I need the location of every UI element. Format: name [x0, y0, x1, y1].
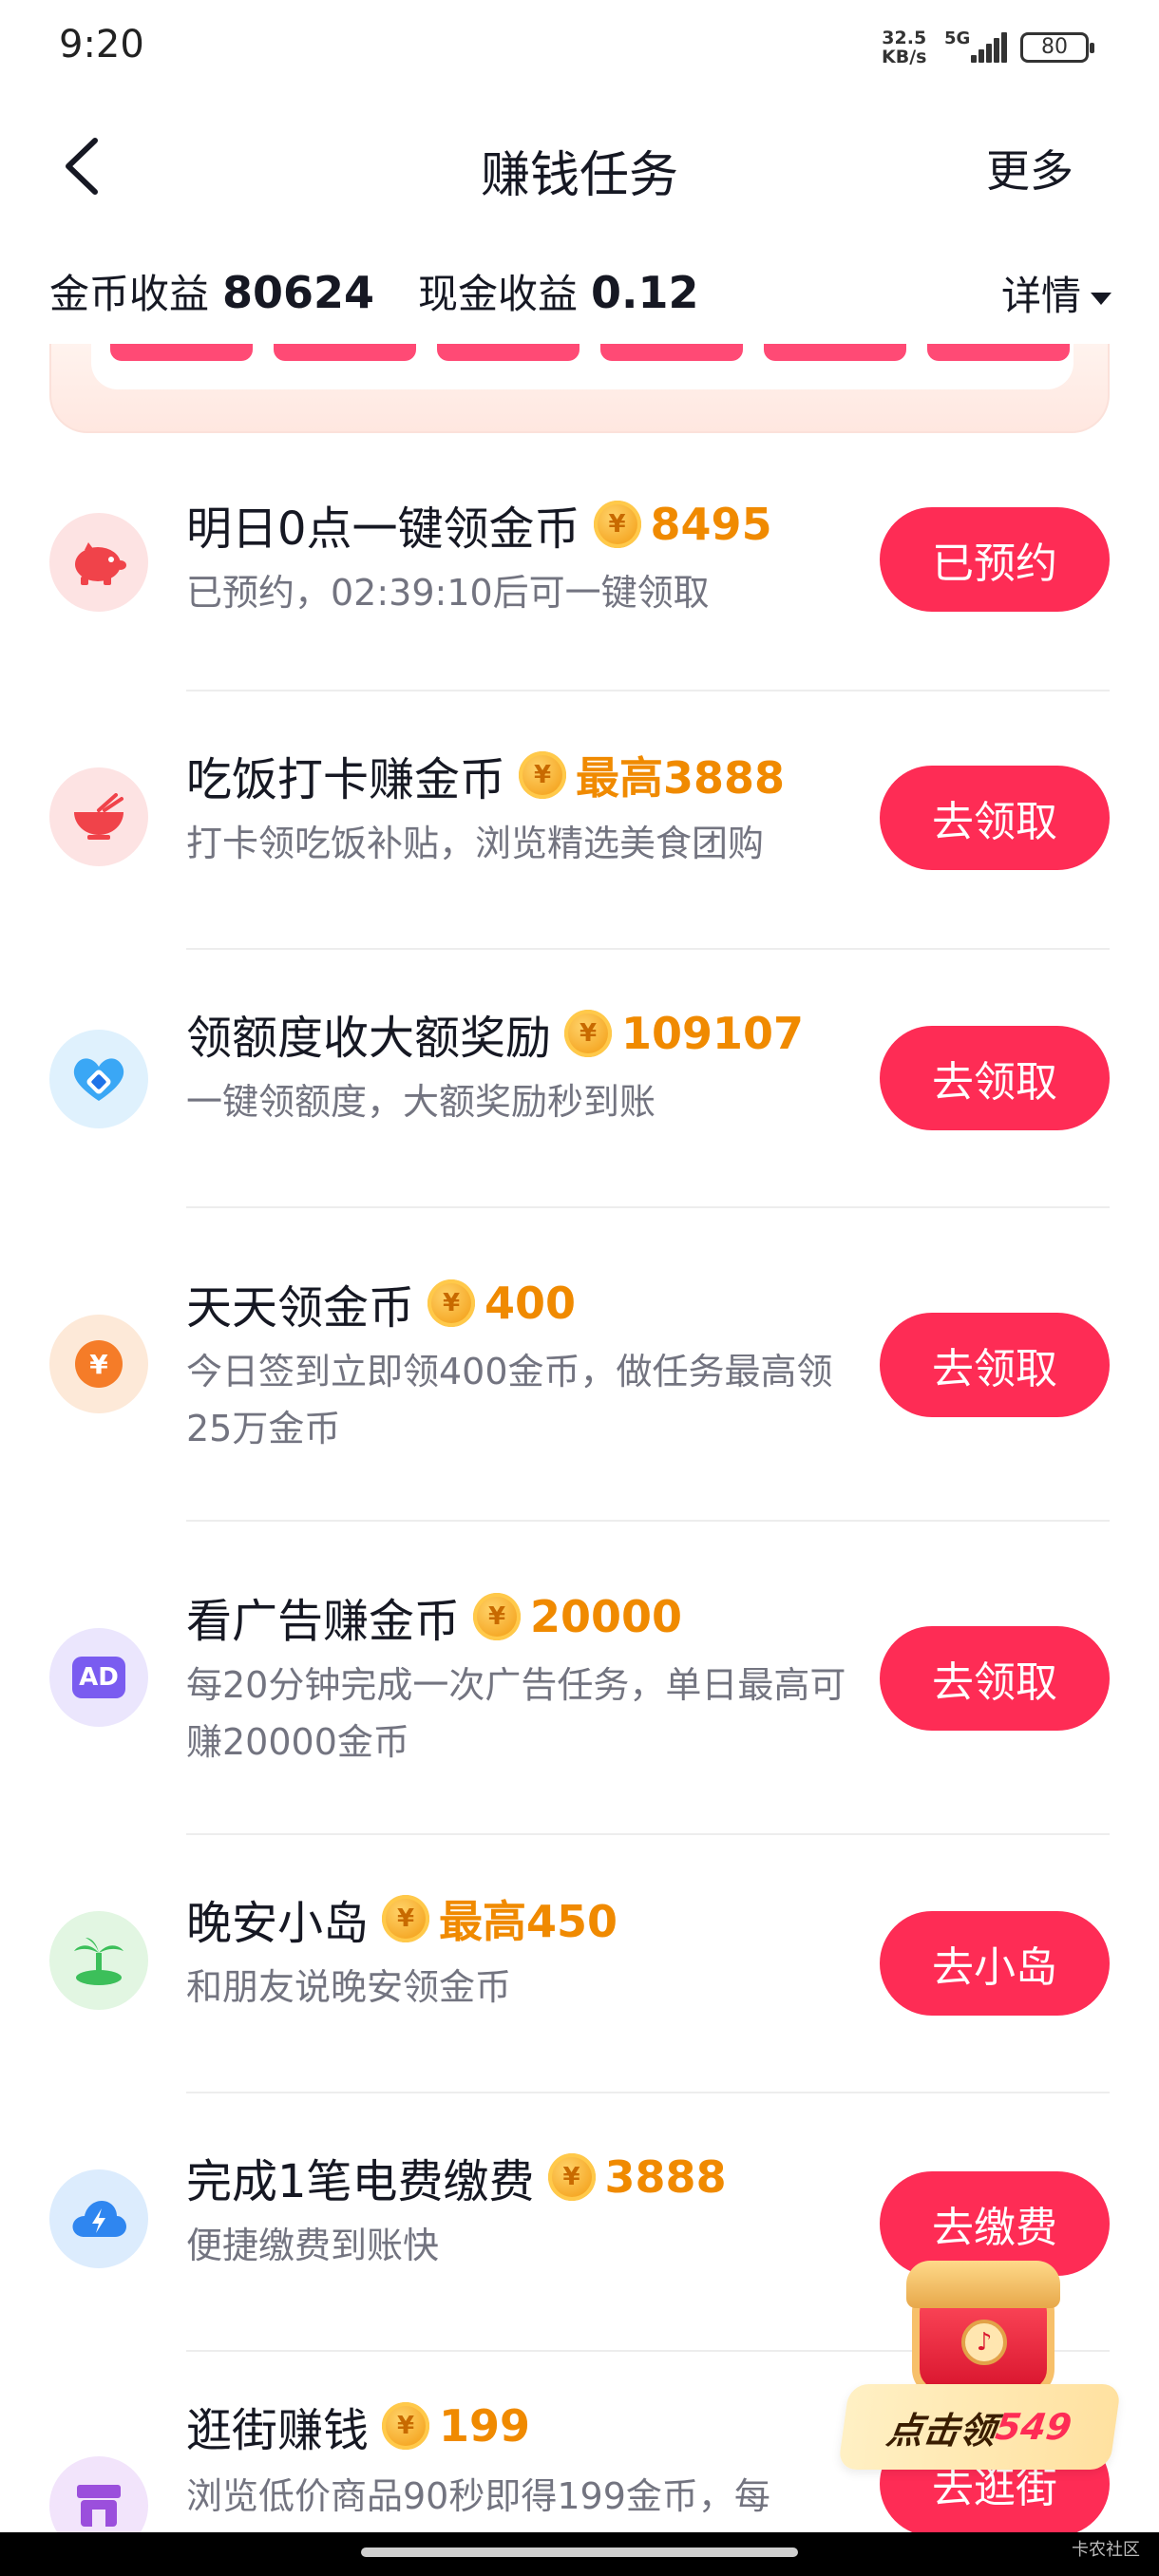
- scrolled-card: [49, 344, 1110, 433]
- task-title-row: 吃饭打卡赚金币 ¥ 最高3888: [186, 747, 786, 806]
- task-title-row: 逛街赚钱 ¥ 199: [186, 2397, 531, 2457]
- claim-button[interactable]: 去领取: [880, 1026, 1110, 1130]
- claim-button[interactable]: 去领取: [880, 1313, 1110, 1417]
- coin-icon: ¥: [428, 1279, 476, 1327]
- task-description: 打卡领吃饭补贴，浏览精选美食团购: [186, 823, 765, 864]
- details-dropdown[interactable]: 详情: [1001, 264, 1112, 322]
- credit-heart-icon: [49, 1030, 148, 1128]
- page-title: 赚钱任务: [480, 147, 678, 204]
- ad-icon: AD: [49, 1628, 148, 1727]
- card-pill[interactable]: [274, 344, 416, 361]
- home-indicator[interactable]: [361, 2548, 798, 2557]
- task-description: 一键领额度，大额奖励秒到账: [186, 1081, 656, 1123]
- coin-icon: ¥: [564, 1010, 613, 1057]
- status-bar: 9:20 32.5 KB/s 5G 80: [0, 0, 1159, 95]
- coin-icon: ¥: [382, 2402, 430, 2450]
- task-title: 天天领金币: [186, 1281, 415, 1335]
- coin-icon: ¥: [473, 1593, 522, 1640]
- claim-button[interactable]: 去领取: [880, 1626, 1110, 1731]
- ad-label: AD: [72, 1657, 125, 1698]
- task-item: 领额度收大额奖励 ¥ 109107 一键领额度，大额奖励秒到账 去领取: [0, 950, 1159, 1208]
- earnings-bar: 金币收益 80624 现金收益 0.12 详情: [0, 256, 1159, 323]
- coin-icon: ¥: [382, 1895, 430, 1942]
- task-description: 每20分钟完成一次广告任务，单日最高可赚20000金币: [186, 1664, 846, 1763]
- network-type: 5G: [944, 28, 971, 48]
- task-title-row: 天天领金币 ¥ 400: [186, 1275, 577, 1335]
- gold-earnings-label: 金币收益: [49, 271, 210, 317]
- task-item: 明日0点一键领金币 ¥ 8495 已预约，02:39:10后可一键领取 已预约: [0, 446, 1159, 691]
- task-title: 晚安小岛: [186, 1897, 370, 1950]
- task-title-row: 晚安小岛 ¥ 最高450: [186, 1890, 618, 1950]
- card-pill[interactable]: [600, 344, 743, 361]
- task-item: AD 看广告赚金币 ¥ 20000 每20分钟完成一次广告任务，单日最高可赚20…: [0, 1522, 1159, 1835]
- gold-earnings-value: 80624: [222, 267, 375, 318]
- island-icon: [49, 1911, 148, 2010]
- watermark: 卡农社区: [1072, 2540, 1140, 2560]
- coin-icon: ¥: [593, 501, 641, 548]
- task-reward: 8495: [650, 499, 772, 550]
- task-description: 已预约，02:39:10后可一键领取: [186, 572, 710, 614]
- cash-earnings-value: 0.12: [591, 267, 699, 318]
- task-title: 领额度收大额奖励: [186, 1012, 552, 1065]
- floating-reward-label: 点击领 549: [837, 2384, 1122, 2470]
- task-description: 今日签到立即领400金币，做任务最高领25万金币: [186, 1351, 833, 1449]
- reserved-button[interactable]: 已预约: [880, 507, 1110, 612]
- more-button[interactable]: 更多: [986, 137, 1074, 199]
- task-description: 便捷缴费到账快: [186, 2225, 440, 2266]
- chest-lid: [906, 2261, 1060, 2308]
- status-time: 9:20: [59, 23, 144, 66]
- floating-reward-badge[interactable]: ♪ 点击领 549: [836, 2242, 1122, 2508]
- details-label: 详情: [1000, 273, 1081, 319]
- network-speed: 32.5 KB/s: [882, 28, 926, 66]
- claim-button[interactable]: 去领取: [880, 766, 1110, 870]
- cash-earnings: 现金收益 0.12: [418, 262, 699, 320]
- network-speed-value: 32.5: [882, 28, 927, 48]
- coin-icon: ¥: [519, 751, 567, 799]
- task-reward: 109107: [621, 1008, 805, 1059]
- yuan-symbol: ¥: [75, 1340, 123, 1388]
- signal-icon: [971, 32, 1007, 63]
- task-reward: 199: [439, 2400, 531, 2452]
- task-description: 和朋友说晚安领金币: [186, 1966, 512, 2008]
- task-reward: 3888: [604, 2151, 727, 2203]
- gold-earnings: 金币收益 80624: [49, 262, 374, 320]
- card-pill[interactable]: [927, 344, 1070, 361]
- nav-bar: 赚钱任务 更多: [0, 114, 1159, 218]
- task-item: 吃饭打卡赚金币 ¥ 最高3888 打卡领吃饭补贴，浏览精选美食团购 去领取: [0, 691, 1159, 950]
- network-speed-unit: KB/s: [882, 47, 927, 67]
- floating-reward-amount: 549: [993, 2406, 1074, 2448]
- floating-reward-prefix: 点击领: [884, 2409, 998, 2452]
- go-island-button[interactable]: 去小岛: [880, 1911, 1110, 2016]
- card-pill[interactable]: [110, 344, 253, 361]
- task-title: 明日0点一键领金币: [186, 502, 580, 556]
- task-title: 看广告赚金币: [186, 1595, 461, 1648]
- task-reward: 20000: [530, 1591, 683, 1642]
- task-title: 完成1笔电费缴费: [186, 2155, 535, 2208]
- task-description: 浏览低价商品90秒即得199金币，每: [186, 2475, 770, 2517]
- card-pill[interactable]: [764, 344, 906, 361]
- coin-icon: ¥: [547, 2153, 596, 2201]
- card-pill[interactable]: [437, 344, 580, 361]
- task-item: 晚安小岛 ¥ 最高450 和朋友说晚安领金币 去小岛: [0, 1835, 1159, 2093]
- rice-bowl-icon: [49, 767, 148, 866]
- task-title-row: 完成1笔电费缴费 ¥ 3888: [186, 2149, 727, 2208]
- task-title-row: 明日0点一键领金币 ¥ 8495: [186, 496, 772, 556]
- task-reward: 最高3888: [576, 752, 786, 804]
- music-note-icon: ♪: [961, 2320, 1007, 2365]
- task-title-row: 领额度收大额奖励 ¥ 109107: [186, 1005, 805, 1065]
- task-title: 逛街赚钱: [186, 2404, 370, 2457]
- scrolled-card-inner: [91, 344, 1074, 389]
- task-item: ¥ 天天领金币 ¥ 400 今日签到立即领400金币，做任务最高领25万金币 去…: [0, 1208, 1159, 1522]
- battery-icon: 80: [1020, 32, 1094, 63]
- electric-cloud-icon: [49, 2169, 148, 2268]
- task-reward: 400: [484, 1278, 577, 1329]
- yuan-coin-icon: ¥: [49, 1315, 148, 1413]
- piggy-bank-icon: [49, 513, 148, 612]
- task-title: 吃饭打卡赚金币: [186, 753, 506, 806]
- task-reward: 最高450: [439, 1896, 618, 1947]
- task-title-row: 看广告赚金币 ¥ 20000: [186, 1588, 683, 1648]
- cash-earnings-label: 现金收益: [418, 271, 579, 317]
- caret-down-icon: [1091, 293, 1112, 305]
